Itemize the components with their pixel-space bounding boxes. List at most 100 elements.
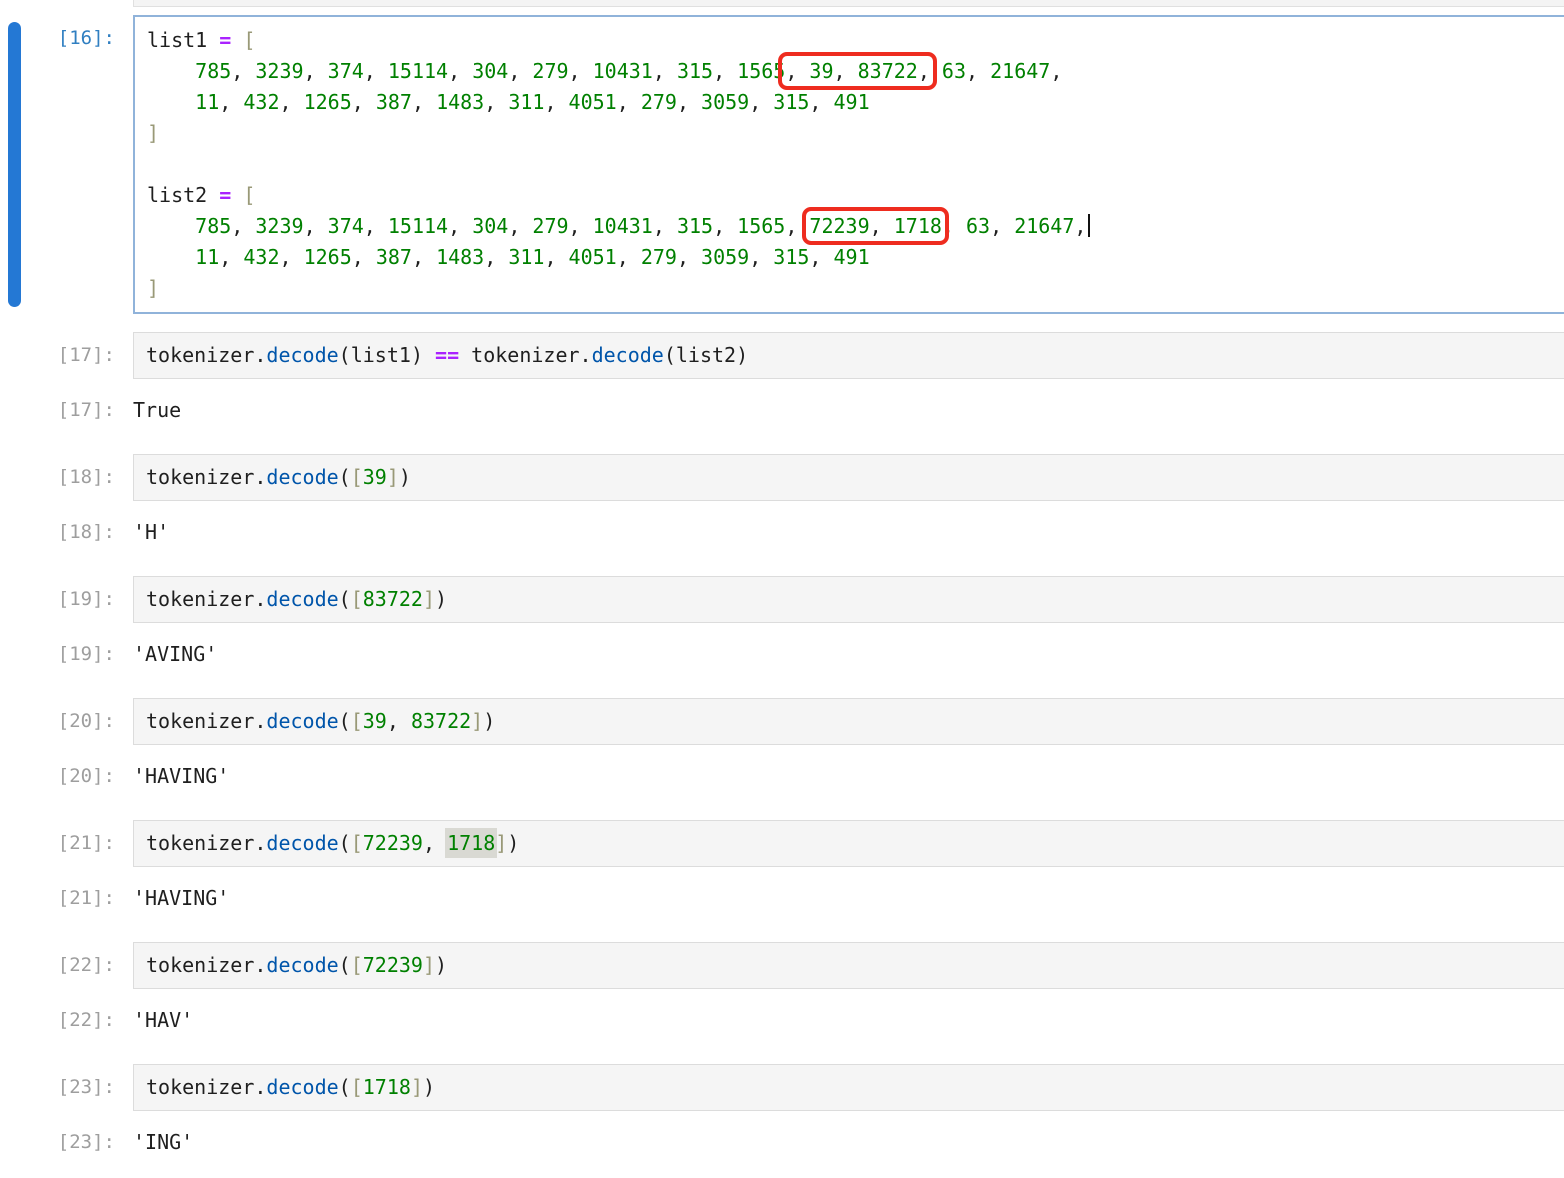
code-token: 1718 xyxy=(363,1075,411,1099)
code-token: ] xyxy=(423,587,435,611)
cell-input-row: [20]: tokenizer.decode([39, 83722]) xyxy=(0,698,1564,745)
code-token: ) xyxy=(435,587,447,611)
code-token: 491 xyxy=(834,245,870,269)
code-cell-18[interactable]: [18]: tokenizer.decode([39]) [18]: 'H' xyxy=(0,454,1564,548)
code-token: , xyxy=(617,245,641,269)
cell-list: [16]: list1 = [ 785, 3239, 374, 15114, 3… xyxy=(0,15,1564,1178)
code-token: ( xyxy=(339,953,351,977)
code-area[interactable]: tokenizer.decode([39]) xyxy=(146,462,1561,493)
code-token: , xyxy=(713,214,737,238)
output-prompt: [22]: xyxy=(0,1005,133,1036)
code-token: ( xyxy=(339,465,351,489)
code-area[interactable]: list1 = [ 785, 3239, 374, 15114, 304, 27… xyxy=(147,25,1560,304)
cell-input-row: [16]: list1 = [ 785, 3239, 374, 15114, 3… xyxy=(0,15,1564,314)
code-line: list2 = [ xyxy=(147,180,1560,211)
cell-output-row: [18]: 'H' xyxy=(0,517,1564,548)
code-editor[interactable]: tokenizer.decode(list1) == tokenizer.dec… xyxy=(133,332,1564,379)
code-token: ( xyxy=(339,587,351,611)
code-token xyxy=(147,90,195,114)
code-line: tokenizer.decode([1718]) xyxy=(146,1072,1561,1103)
code-token: decode xyxy=(266,953,338,977)
cell-output-row: [17]: True xyxy=(0,395,1564,426)
code-token: , xyxy=(677,90,701,114)
code-token: , xyxy=(448,214,472,238)
code-area[interactable]: tokenizer.decode([1718]) xyxy=(146,1072,1561,1103)
code-token: , xyxy=(809,90,833,114)
code-token: ] xyxy=(423,953,435,977)
code-token: 15114 xyxy=(388,59,448,83)
code-token: ] xyxy=(471,709,483,733)
code-token: , xyxy=(749,90,773,114)
code-token xyxy=(797,59,809,83)
code-token: , xyxy=(387,709,411,733)
code-token: 3059 xyxy=(701,90,749,114)
code-token: . xyxy=(254,831,266,855)
code-token: 1265 xyxy=(304,245,352,269)
code-token: 83722 xyxy=(363,587,423,611)
code-token: . xyxy=(254,343,266,367)
code-token: 39 xyxy=(363,709,387,733)
code-token: tokenizer xyxy=(146,831,254,855)
code-cell-23[interactable]: [23]: tokenizer.decode([1718]) [23]: 'IN… xyxy=(0,1064,1564,1158)
code-token: 304 xyxy=(472,59,508,83)
code-token: 432 xyxy=(243,245,279,269)
code-token: ] xyxy=(147,121,159,145)
code-token: , xyxy=(569,214,593,238)
code-token: [ xyxy=(243,183,255,207)
code-token: , xyxy=(484,245,508,269)
code-cell-20[interactable]: [20]: tokenizer.decode([39, 83722]) [20]… xyxy=(0,698,1564,792)
code-cell-17[interactable]: [17]: tokenizer.decode(list1) == tokeniz… xyxy=(0,332,1564,426)
code-token: 3239 xyxy=(255,59,303,83)
code-token: . xyxy=(254,1075,266,1099)
code-token: , xyxy=(304,59,328,83)
code-editor[interactable]: list1 = [ 785, 3239, 374, 15114, 304, 27… xyxy=(133,15,1564,314)
code-token: , xyxy=(653,214,677,238)
code-area[interactable]: tokenizer.decode([72239]) xyxy=(146,950,1561,981)
code-token: 315 xyxy=(773,245,809,269)
code-editor[interactable]: tokenizer.decode([83722]) xyxy=(133,576,1564,623)
cell-output-row: [23]: 'ING' xyxy=(0,1127,1564,1158)
code-token: , xyxy=(544,245,568,269)
red-annotation-box: 72239, 1718 xyxy=(809,214,941,238)
code-cell-16[interactable]: [16]: list1 = [ 785, 3239, 374, 15114, 3… xyxy=(0,15,1564,314)
code-token: , xyxy=(785,214,809,238)
code-token: ) xyxy=(483,709,495,733)
code-token: 1565 xyxy=(737,214,785,238)
code-token: 63 xyxy=(966,214,990,238)
code-line: 785, 3239, 374, 15114, 304, 279, 10431, … xyxy=(147,56,1560,87)
code-token: [ xyxy=(351,587,363,611)
cell-output-row: [20]: 'HAVING' xyxy=(0,761,1564,792)
code-token: . xyxy=(254,709,266,733)
code-token: ( xyxy=(339,831,351,855)
code-token: 374 xyxy=(328,214,364,238)
cell-input-row: [21]: tokenizer.decode([72239, 1718]) xyxy=(0,820,1564,867)
code-token: ( xyxy=(339,709,351,733)
cell-collapser[interactable] xyxy=(8,22,21,307)
code-editor[interactable]: tokenizer.decode([39, 83722]) xyxy=(133,698,1564,745)
code-line: tokenizer.decode(list1) == tokenizer.dec… xyxy=(146,340,1561,371)
code-area[interactable]: tokenizer.decode([72239, 1718]) xyxy=(146,828,1561,859)
code-token: tokenizer xyxy=(471,343,579,367)
code-cell-21[interactable]: [21]: tokenizer.decode([72239, 1718]) [2… xyxy=(0,820,1564,914)
code-editor[interactable]: tokenizer.decode([72239]) xyxy=(133,942,1564,989)
code-token: , xyxy=(423,831,447,855)
code-area[interactable]: tokenizer.decode([39, 83722]) xyxy=(146,706,1561,737)
code-token: , xyxy=(279,90,303,114)
code-cell-22[interactable]: [22]: tokenizer.decode([72239]) [22]: 'H… xyxy=(0,942,1564,1036)
input-prompt: [22]: xyxy=(0,942,133,981)
code-token xyxy=(147,245,195,269)
code-token: 1718 xyxy=(445,828,497,858)
code-token: , xyxy=(448,59,472,83)
code-token: . xyxy=(580,343,592,367)
code-cell-19[interactable]: [19]: tokenizer.decode([83722]) [19]: 'A… xyxy=(0,576,1564,670)
cell-output-row: [19]: 'AVING' xyxy=(0,639,1564,670)
code-editor[interactable]: tokenizer.decode([39]) xyxy=(133,454,1564,501)
code-line: ] xyxy=(147,273,1560,304)
code-token: [ xyxy=(351,953,363,977)
previous-cell-editor-edge[interactable] xyxy=(133,0,1564,7)
code-editor[interactable]: tokenizer.decode([72239, 1718]) xyxy=(133,820,1564,867)
code-area[interactable]: tokenizer.decode(list1) == tokenizer.dec… xyxy=(146,340,1561,371)
code-area[interactable]: tokenizer.decode([83722]) xyxy=(146,584,1561,615)
code-editor[interactable]: tokenizer.decode([1718]) xyxy=(133,1064,1564,1111)
input-prompt: [23]: xyxy=(0,1064,133,1103)
